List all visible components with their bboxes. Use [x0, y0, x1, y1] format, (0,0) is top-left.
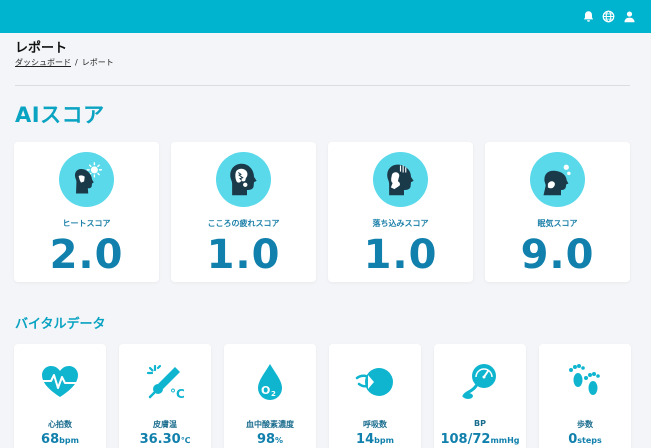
skin-temperature-card: °C 皮膚温 36.30℃	[119, 344, 211, 448]
vital-label: BP	[474, 419, 486, 428]
oxygen-drop-icon: O 2	[258, 364, 282, 400]
sleepiness-score-card: 眠気スコア 9.0	[485, 142, 630, 282]
score-value: 1.0	[363, 232, 438, 278]
blood-pressure-card: BP 108/72mmHg	[434, 344, 526, 448]
page-title: レポート	[15, 41, 68, 56]
mental-fatigue-score-card: こころの疲れスコア 1.0	[171, 142, 316, 282]
blood-oxygen-card: O 2 血中酸素濃度 98%	[224, 344, 316, 448]
blood-pressure-icon	[462, 364, 496, 399]
vital-value: 98%	[256, 432, 284, 447]
breadcrumb-separator: /	[75, 58, 78, 67]
vitals-title: バイタルデータ	[15, 317, 106, 332]
vital-label: 呼吸数	[363, 420, 387, 429]
svg-text:2: 2	[271, 390, 276, 398]
vital-value: 0steps	[568, 432, 602, 447]
heat-stress-icon	[74, 162, 103, 194]
thermometer-icon: °C	[146, 364, 185, 401]
header-divider	[15, 85, 630, 86]
top-bar	[0, 0, 651, 33]
svg-text:°C: °C	[170, 387, 185, 401]
score-label: 眠気スコア	[537, 219, 578, 228]
heart-rate-card: 心拍数 68bpm	[14, 344, 106, 448]
breadcrumb-dashboard-link[interactable]: ダッシュボード	[15, 58, 71, 67]
bell-icon[interactable]	[582, 10, 595, 23]
score-label: ヒートスコア	[62, 219, 111, 228]
vital-label: 血中酸素濃度	[246, 420, 294, 429]
score-value: 9.0	[520, 232, 595, 278]
breadcrumb: ダッシュボード / レポート	[15, 57, 114, 68]
vital-value: 108/72mmHg	[440, 432, 520, 447]
vital-value: 36.30℃	[139, 432, 191, 447]
footprints-icon	[569, 364, 600, 395]
vital-label: 心拍数	[48, 420, 72, 429]
breathing-icon	[355, 368, 393, 396]
mental-fatigue-icon	[230, 163, 257, 196]
vital-label: 皮膚温	[153, 420, 177, 429]
svg-text:O: O	[261, 384, 270, 397]
score-label: 落ち込みスコア	[372, 219, 429, 228]
vital-value: 68bpm	[41, 432, 79, 447]
steps-card: 歩数 0steps	[539, 344, 631, 448]
score-value: 1.0	[206, 232, 281, 278]
heat-score-card: ヒートスコア 2.0	[14, 142, 159, 282]
user-icon[interactable]	[623, 10, 636, 23]
vital-value: 14bpm	[356, 432, 394, 447]
globe-icon[interactable]	[602, 10, 615, 23]
respiration-card: 呼吸数 14bpm	[329, 344, 421, 448]
ai-score-title: AIスコア	[15, 103, 105, 127]
score-label: こころの疲れスコア	[207, 219, 280, 228]
sleepiness-icon	[543, 164, 571, 196]
depression-score-card: 落ち込みスコア 1.0	[328, 142, 473, 282]
heart-rate-icon	[42, 366, 78, 397]
depression-icon	[387, 164, 414, 196]
score-value: 2.0	[49, 232, 124, 278]
vital-label: 歩数	[577, 420, 593, 429]
breadcrumb-current: レポート	[81, 58, 114, 67]
